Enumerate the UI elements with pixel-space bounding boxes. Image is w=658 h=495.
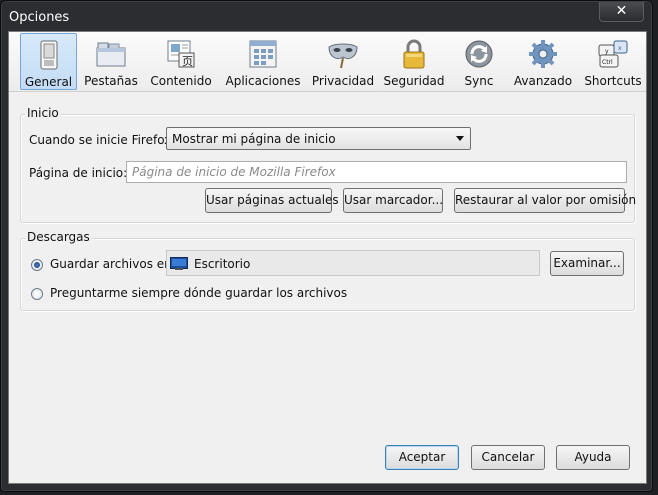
downloads-legend: Descargas [25, 230, 92, 244]
keyboard-icon: y x Ctrl [598, 40, 628, 68]
svg-text:y: y [605, 48, 609, 55]
pane-label: Seguridad [383, 74, 445, 88]
startup-legend: Inicio [25, 106, 61, 120]
save-to-radio[interactable] [31, 259, 43, 271]
accept-button[interactable]: Aceptar [385, 445, 459, 470]
pane-applications[interactable]: Aplicaciones [223, 33, 303, 90]
use-bookmark-button[interactable]: Usar marcador... [343, 188, 443, 213]
svg-text:页: 页 [182, 55, 193, 68]
pane-content[interactable]: 页 Contenido [149, 33, 213, 90]
pane-advanced[interactable]: Avanzado [512, 33, 574, 90]
save-to-label[interactable]: Guardar archivos en [50, 257, 172, 271]
pane-label: Privacidad [311, 74, 375, 88]
tabs-icon [96, 42, 126, 67]
startup-select[interactable]: Mostrar mi página de inicio [166, 127, 471, 150]
svg-text:x: x [618, 45, 622, 52]
startup-select-value: Mostrar mi página de inicio [172, 132, 336, 146]
pane-security[interactable]: Seguridad [383, 33, 445, 90]
pane-privacy[interactable]: Privacidad [311, 33, 375, 90]
help-button[interactable]: Ayuda [556, 445, 630, 470]
preferences-toolbar: General Pestañas 页 Contenido Aplicacione… [9, 32, 646, 92]
applications-icon [249, 40, 277, 68]
pane-label: Shortcuts [584, 74, 642, 88]
options-window: Opciones ✕ General Pestañas 页 Contenido … [0, 0, 653, 492]
pane-label: Sync [464, 74, 494, 88]
padlock-icon [403, 39, 425, 69]
cancel-button[interactable]: Cancelar [471, 445, 545, 470]
homepage-label: Página de inicio: [29, 166, 128, 180]
mask-icon [328, 43, 358, 69]
browse-button[interactable]: Examinar... [550, 251, 624, 276]
content-icon: 页 [167, 40, 195, 68]
pane-tabs[interactable]: Pestañas [81, 33, 141, 90]
pane-label: Contenido [150, 74, 212, 88]
pane-label: General [24, 75, 73, 89]
switch-icon [40, 40, 57, 70]
restore-default-button[interactable]: Restaurar al valor por omisión [454, 188, 636, 213]
pane-sync[interactable]: Sync [453, 33, 505, 90]
pane-general[interactable]: General [20, 33, 77, 90]
sync-icon [465, 40, 493, 68]
close-button[interactable]: ✕ [599, 2, 644, 22]
always-ask-radio[interactable] [31, 288, 43, 300]
pane-shortcuts[interactable]: y x Ctrl Shortcuts [582, 33, 644, 90]
desktop-folder-icon [170, 257, 188, 270]
download-folder-field: Escritorio [166, 250, 540, 276]
use-current-pages-button[interactable]: Usar páginas actuales [205, 188, 339, 213]
title-bar[interactable]: Opciones ✕ [1, 1, 652, 31]
dialog-client-area: General Pestañas 页 Contenido Aplicacione… [8, 31, 647, 484]
download-folder-name: Escritorio [194, 257, 251, 271]
window-title: Opciones [9, 10, 70, 25]
homepage-input[interactable]: Página de inicio de Mozilla Firefox [126, 161, 627, 183]
chevron-down-icon [456, 136, 464, 141]
close-icon: ✕ [615, 3, 628, 19]
pane-label: Pestañas [84, 74, 138, 88]
always-ask-label[interactable]: Preguntarme siempre dónde guardar los ar… [50, 286, 347, 300]
pane-label: Aplicaciones [225, 74, 301, 88]
when-starts-label: Cuando se inicie Firefox: [29, 133, 176, 147]
gear-icon [529, 40, 557, 68]
homepage-placeholder: Página de inicio de Mozilla Firefox [132, 165, 336, 179]
pane-label: Avanzado [513, 74, 573, 88]
svg-text:Ctrl: Ctrl [602, 59, 613, 66]
